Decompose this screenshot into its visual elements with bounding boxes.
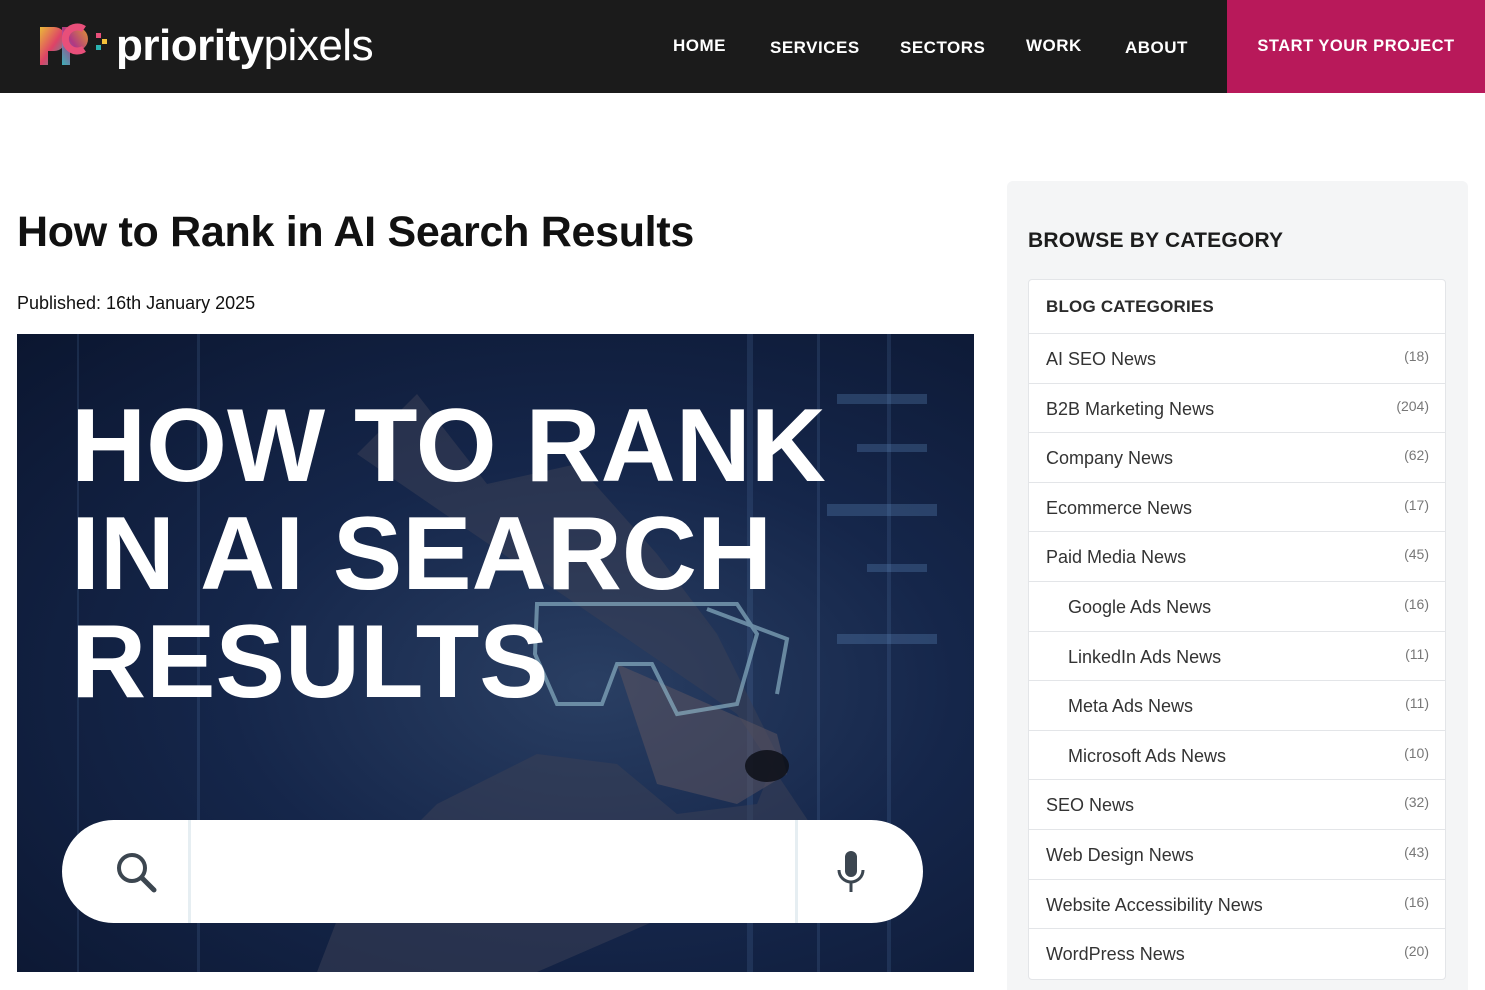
hero-line-1: HOW TO RANK — [71, 388, 826, 504]
search-bar-divider — [188, 820, 191, 923]
category-item[interactable]: Company News (62) — [1029, 433, 1445, 483]
subcategory-item[interactable]: Microsoft Ads News (10) — [1029, 731, 1445, 781]
category-list: BLOG CATEGORIES AI SEO News (18) B2B Mar… — [1028, 279, 1446, 980]
category-item[interactable]: SEO News (32) — [1029, 780, 1445, 830]
nav-about[interactable]: ABOUT — [1125, 38, 1188, 58]
category-count: (18) — [1404, 348, 1429, 364]
category-count: (32) — [1404, 794, 1429, 811]
category-count: (204) — [1396, 397, 1429, 414]
microphone-icon — [837, 851, 865, 892]
category-item[interactable]: WordPress News (20) — [1029, 929, 1445, 979]
category-count: (16) — [1404, 893, 1429, 910]
category-label: Paid Media News — [1046, 547, 1187, 568]
category-item[interactable]: AI SEO News (18) — [1029, 334, 1445, 384]
category-label: SEO News — [1046, 795, 1135, 816]
site-header: prioritypixels HOME SERVICES SECTORS WOR… — [0, 0, 1485, 93]
category-item[interactable]: B2B Marketing News (204) — [1029, 384, 1445, 434]
category-count: (62) — [1404, 447, 1429, 464]
site-logo[interactable]: prioritypixels — [36, 21, 374, 70]
category-count: (17) — [1404, 496, 1429, 513]
nav-services[interactable]: SERVICES — [770, 38, 860, 58]
hero-line-2: IN AI SEARCH — [71, 496, 773, 612]
category-count: (45) — [1404, 546, 1429, 563]
category-item[interactable]: Website Accessibility News (16) — [1029, 880, 1445, 930]
logo-text-bold: priority — [116, 21, 264, 70]
sidebar-heading: BROWSE BY CATEGORY — [1028, 229, 1284, 252]
logo-wordmark: prioritypixels — [116, 21, 374, 70]
category-label: Meta Ads News — [1068, 696, 1194, 717]
category-item[interactable]: Ecommerce News (17) — [1029, 483, 1445, 533]
nav-sectors[interactable]: SECTORS — [900, 38, 985, 58]
category-count: (20) — [1404, 943, 1429, 960]
sidebar: BROWSE BY CATEGORY BLOG CATEGORIES AI SE… — [1007, 181, 1468, 990]
hero-search-bar-graphic — [62, 820, 923, 923]
search-bar-divider — [795, 820, 798, 923]
page-title: How to Rank in AI Search Results — [17, 208, 694, 256]
category-count: (43) — [1404, 843, 1429, 860]
category-count: (11) — [1405, 695, 1429, 712]
nav-home[interactable]: HOME — [673, 36, 726, 56]
category-count: (10) — [1404, 744, 1429, 761]
category-label: Website Accessibility News — [1046, 894, 1263, 915]
category-list-heading: BLOG CATEGORIES — [1029, 280, 1445, 334]
category-label: Google Ads News — [1068, 596, 1212, 617]
nav-work[interactable]: WORK — [1026, 36, 1082, 56]
category-item[interactable]: Paid Media News (45) — [1029, 532, 1445, 582]
search-icon — [117, 853, 157, 893]
category-label: Web Design News — [1046, 844, 1194, 865]
start-project-button[interactable]: START YOUR PROJECT — [1227, 0, 1485, 93]
logo-text-light: pixels — [263, 21, 374, 70]
hero-headline: HOW TO RANK IN AI SEARCH RESULTS — [71, 392, 826, 716]
hero-image: HOW TO RANK IN AI SEARCH RESULTS — [17, 334, 974, 972]
category-label: Microsoft Ads News — [1068, 745, 1227, 766]
subcategory-item[interactable]: Google Ads News (16) — [1029, 582, 1445, 632]
category-label: Company News — [1046, 448, 1174, 469]
category-item[interactable]: Web Design News (43) — [1029, 830, 1445, 880]
category-count: (16) — [1404, 595, 1429, 612]
category-label: Ecommerce News — [1046, 497, 1193, 518]
subcategory-item[interactable]: LinkedIn Ads News (11) — [1029, 632, 1445, 682]
category-count: (11) — [1405, 645, 1429, 662]
published-date: Published: 16th January 2025 — [17, 293, 256, 313]
hero-line-3: RESULTS — [71, 604, 549, 720]
subcategory-item[interactable]: Meta Ads News (11) — [1029, 681, 1445, 731]
category-label: B2B Marketing News — [1046, 398, 1215, 419]
category-label: WordPress News — [1046, 944, 1185, 965]
category-label: LinkedIn Ads News — [1068, 646, 1222, 667]
category-label: AI SEO News — [1046, 349, 1157, 369]
logo-mark-icon — [40, 23, 107, 65]
